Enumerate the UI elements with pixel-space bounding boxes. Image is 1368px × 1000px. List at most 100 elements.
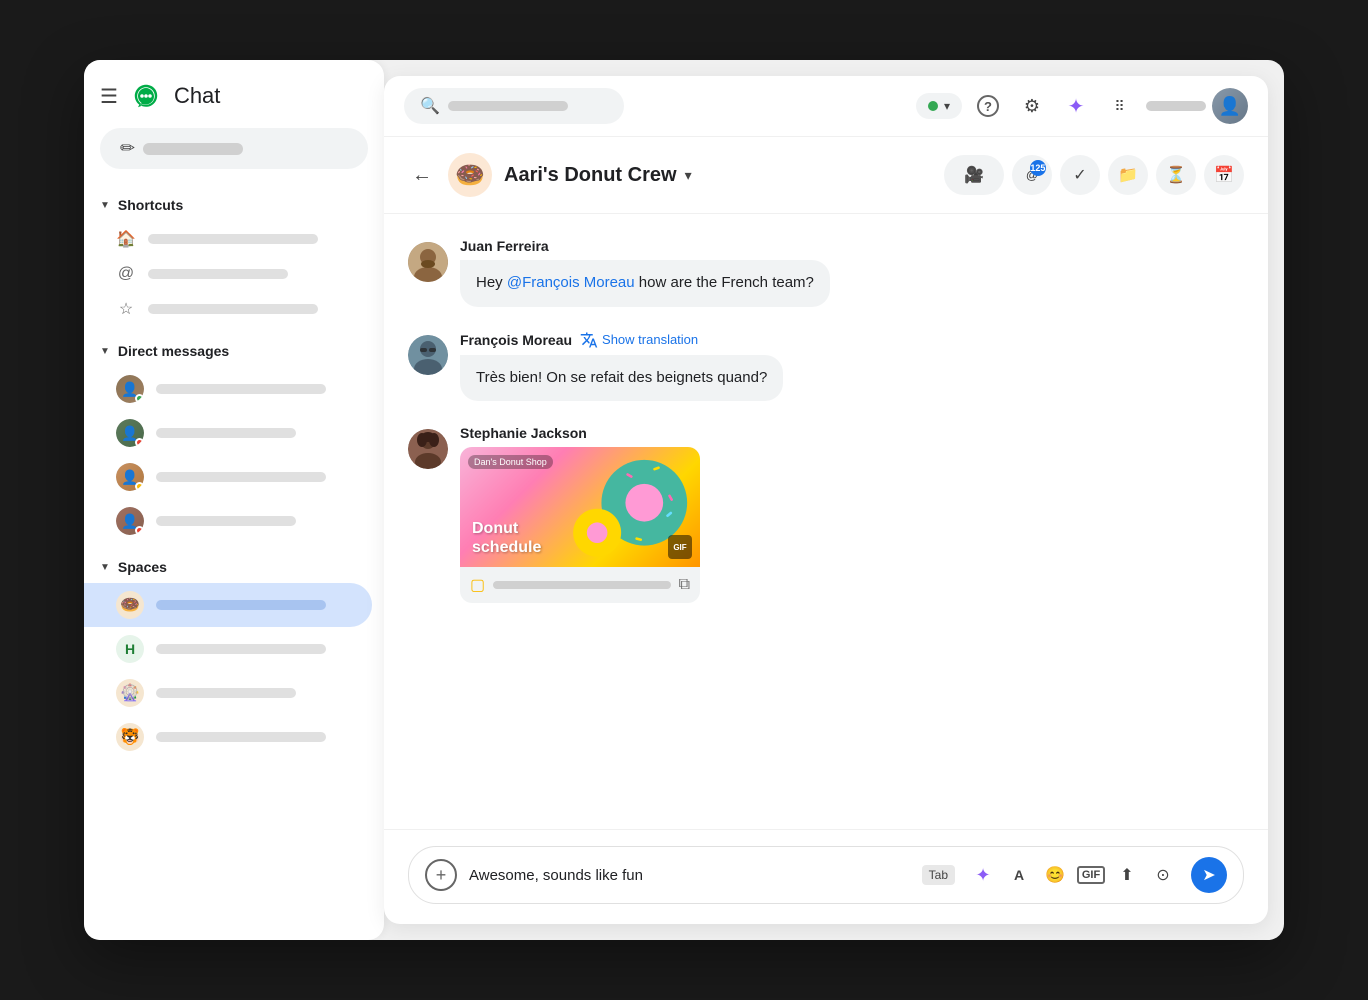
chat-container: 🔍 ▾ ? ⚙ ✦ ⠿	[384, 76, 1268, 924]
dm-item-3[interactable]: 👤	[84, 455, 384, 499]
files-icon: 📁	[1118, 165, 1138, 185]
card-image: Dan's Donut Shop Donut schedule GIF	[460, 447, 700, 567]
grid-button[interactable]: ⠿	[1102, 88, 1138, 124]
space-item-swirl[interactable]: 🎡	[84, 671, 384, 715]
space-tiger-icon: 🐯	[116, 723, 144, 751]
more-icon: ⊙	[1156, 865, 1169, 885]
header-actions: 🎥 @125 ✓ 📁 ⏳ 📅	[944, 155, 1244, 195]
group-icon: 🍩	[448, 153, 492, 197]
shortcut-mentions[interactable]: @	[84, 257, 384, 291]
dm-item-4[interactable]: 👤	[84, 499, 384, 543]
video-call-button[interactable]: 🎥	[944, 155, 1004, 195]
francois-message-bubble: Très bien! On se refait des beignets qua…	[460, 355, 783, 402]
gemini-compose-icon: ✦	[975, 865, 990, 886]
send-button[interactable]: ➤	[1191, 857, 1227, 893]
spaces-header[interactable]: ▼ Spaces	[84, 551, 384, 583]
francois-avatar-svg	[408, 335, 448, 375]
status-indicator	[928, 101, 938, 111]
card-copy-button[interactable]: ⧉	[679, 576, 690, 594]
emoji-icon: 😊	[1045, 865, 1065, 885]
dm-item-1[interactable]: 👤	[84, 367, 384, 411]
sidebar: ☰ Chat ✏ ▼ Shortcuts	[84, 60, 384, 940]
card-footer: ▢ ⧉	[460, 567, 700, 603]
chat-title: Aari's Donut Crew	[504, 164, 677, 187]
shortcut-starred[interactable]: ☆	[84, 291, 384, 327]
format-button[interactable]: A	[1003, 859, 1035, 891]
card-gif-badge: GIF	[668, 535, 692, 559]
space-item-tiger[interactable]: 🐯	[84, 715, 384, 759]
francois-avatar	[408, 335, 448, 375]
card-attachment[interactable]: Dan's Donut Shop Donut schedule GIF ▢ ⧉	[460, 447, 700, 603]
send-icon: ➤	[1202, 865, 1215, 885]
back-button[interactable]: ←	[408, 160, 436, 191]
files-button[interactable]: 📁	[1108, 155, 1148, 195]
dm-avatar-1: 👤	[116, 375, 144, 403]
help-button[interactable]: ?	[970, 88, 1006, 124]
gemini-icon: ✦	[1068, 94, 1085, 119]
shortcuts-header[interactable]: ▼ Shortcuts	[84, 189, 384, 221]
status-dot-green	[135, 394, 144, 403]
space-item-donut[interactable]: 🍩	[84, 583, 372, 627]
more-button[interactable]: ⊙	[1147, 859, 1179, 891]
dm-item-2[interactable]: 👤	[84, 411, 384, 455]
juan-sender-name: Juan Ferreira	[460, 238, 549, 254]
status-dot-orange	[135, 482, 144, 491]
gemini-button[interactable]: ✦	[1058, 88, 1094, 124]
dm-avatar-3: 👤	[116, 463, 144, 491]
card-shop-label: Dan's Donut Shop	[468, 455, 553, 469]
gif-button[interactable]: GIF	[1075, 859, 1107, 891]
chat-header: ← 🍩 Aari's Donut Crew ▾ 🎥 @125 ✓	[384, 137, 1268, 214]
compose-add-button[interactable]: +	[425, 859, 457, 891]
message-group-francois: François Moreau Show translation Très bi…	[408, 331, 1244, 402]
settings-icon: ⚙	[1024, 96, 1040, 117]
gemini-compose-button[interactable]: ✦	[967, 859, 999, 891]
status-dropdown-arrow: ▾	[944, 99, 950, 113]
settings-button[interactable]: ⚙	[1014, 88, 1050, 124]
mentions-icon: @125	[1026, 168, 1038, 182]
status-pill[interactable]: ▾	[916, 93, 962, 119]
juan-message-bubble: Hey @François Moreau how are the French …	[460, 260, 830, 307]
messages-area: Juan Ferreira Hey @François Moreau how a…	[384, 214, 1268, 829]
integrations-button[interactable]: ⏳	[1156, 155, 1196, 195]
space-donut-icon: 🍩	[116, 591, 144, 619]
compose-input[interactable]	[469, 867, 910, 884]
space-h-icon: H	[116, 635, 144, 663]
juan-sender-row: Juan Ferreira	[460, 238, 1244, 254]
search-bar[interactable]: 🔍	[404, 88, 624, 124]
video-icon: 🎥	[964, 165, 984, 185]
app-logo	[130, 80, 162, 112]
chat-title-chevron[interactable]: ▾	[685, 167, 692, 184]
hamburger-icon[interactable]: ☰	[100, 84, 118, 109]
shortcuts-arrow: ▼	[100, 200, 110, 211]
mentions-button[interactable]: @125	[1012, 155, 1052, 195]
status-dot-red-1	[135, 438, 144, 447]
calendar-button[interactable]: 📅	[1204, 155, 1244, 195]
search-icon: 🔍	[420, 96, 440, 116]
top-bar-actions: ▾ ? ⚙ ✦ ⠿ 👤	[916, 88, 1248, 124]
francois-sender-name: François Moreau	[460, 332, 572, 348]
new-chat-button[interactable]: ✏	[100, 128, 368, 169]
calendar-icon: 📅	[1214, 165, 1234, 185]
stephanie-message-content: Stephanie Jackson	[460, 425, 1244, 603]
tasks-button[interactable]: ✓	[1060, 155, 1100, 195]
sidebar-header: ☰ Chat	[84, 60, 384, 128]
dm-header[interactable]: ▼ Direct messages	[84, 335, 384, 367]
emoji-button[interactable]: 😊	[1039, 859, 1071, 891]
francois-sender-row: François Moreau Show translation	[460, 331, 1244, 349]
tasks-icon: ✓	[1073, 165, 1086, 185]
help-icon: ?	[977, 95, 999, 117]
shortcut-home[interactable]: 🏠	[84, 221, 384, 257]
compose-box: + Tab ✦ A 😊 GIF	[408, 846, 1244, 904]
user-avatar[interactable]: 👤	[1212, 88, 1248, 124]
user-name-bar	[1146, 101, 1206, 111]
card-title-line2: schedule	[472, 538, 541, 557]
direct-messages-section: ▼ Direct messages 👤 👤 👤	[84, 331, 384, 547]
dm-avatar-2: 👤	[116, 419, 144, 447]
format-icon: A	[1014, 867, 1024, 883]
stephanie-avatar	[408, 429, 448, 469]
show-translation-button[interactable]: Show translation	[580, 331, 698, 349]
user-section: 👤	[1146, 88, 1248, 124]
attach-button[interactable]: ⬆	[1111, 859, 1143, 891]
shortcuts-title: Shortcuts	[118, 197, 183, 213]
space-item-h[interactable]: H	[84, 627, 384, 671]
